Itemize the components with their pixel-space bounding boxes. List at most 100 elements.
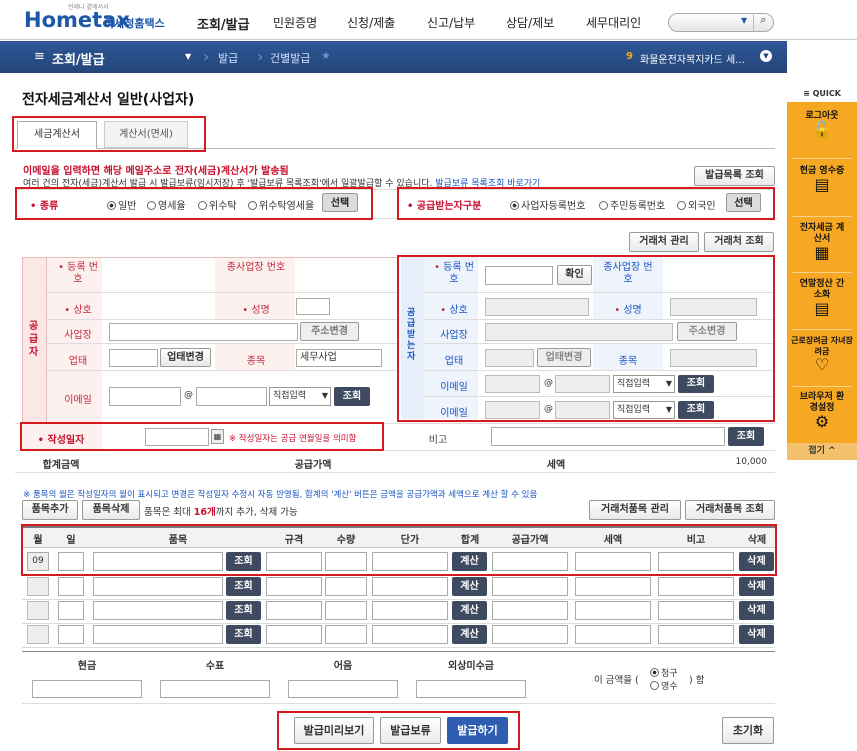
item-cell-input[interactable]: [266, 625, 322, 644]
item-cell-input[interactable]: [325, 577, 367, 596]
supplier-biz-input[interactable]: [109, 349, 158, 367]
radio-selected-icon: [650, 668, 659, 677]
pay-check-input[interactable]: [160, 680, 270, 698]
item-cell-input[interactable]: [372, 601, 448, 620]
divider: [22, 703, 775, 704]
supplier-addr-input[interactable]: [109, 323, 298, 341]
supplier-biz-change-button[interactable]: 업태변경: [160, 348, 211, 367]
pay-note-input[interactable]: [288, 680, 398, 698]
item-delete-button[interactable]: 삭제: [739, 577, 774, 596]
quick-e-tax-invoice[interactable]: 전자세금 계산서 ▦: [797, 223, 847, 261]
quick-browser-settings[interactable]: 브라우저 환경설정 ⚙: [797, 392, 847, 430]
item-cell-input[interactable]: [575, 625, 651, 644]
breadcrumb-issue[interactable]: 발급: [218, 50, 238, 66]
supplier-owner-label: • 성명: [242, 305, 270, 316]
dropdown-arrow-icon[interactable]: ▼: [741, 16, 747, 25]
item-cell-input[interactable]: [266, 601, 322, 620]
partner-search-button[interactable]: 거래처 조회: [704, 232, 774, 252]
item-cell-input[interactable]: [658, 577, 734, 596]
item-cell-input[interactable]: [325, 601, 367, 620]
sub-navigation-bar: ≡ 조회/발급 ▼ › 발급 › 건별발급 ★ 9 화물운전자복지카드 세...…: [0, 41, 787, 73]
quick-year-end[interactable]: 연말정산 간소화 ▤: [797, 279, 847, 317]
quick-cash-receipt[interactable]: 현금 영수증 ▤: [797, 166, 847, 193]
item-calc-button[interactable]: 계산: [452, 577, 487, 596]
item-lookup-button[interactable]: 조회: [226, 625, 261, 644]
supplier-addr-change-button[interactable]: 주소변경: [300, 322, 359, 341]
item-cell-input[interactable]: [266, 577, 322, 596]
supplier-email-domain-input[interactable]: [196, 387, 267, 406]
highlight-box: [12, 116, 206, 152]
supplier-name-label: • 상호: [64, 305, 92, 316]
item-cell-input[interactable]: [58, 577, 84, 596]
item-cell-input[interactable]: [492, 601, 568, 620]
quick-incentive-label: 근로장려금 자녀장려금: [791, 336, 853, 356]
item-cell-input[interactable]: [93, 625, 223, 644]
quick-e-tax-invoice-label: 전자세금 계산서: [799, 223, 845, 244]
item-lookup-button[interactable]: 조회: [226, 577, 261, 596]
nav-consult[interactable]: 상담/제보: [506, 14, 554, 31]
pay-claim-radio[interactable]: 청구: [650, 666, 678, 679]
partner-manage-button[interactable]: 거래처 관리: [629, 232, 699, 252]
search-icon[interactable]: ⌕: [753, 13, 773, 32]
delete-item-button[interactable]: 품목삭제: [82, 500, 140, 520]
issue-list-button[interactable]: 발급목록 조회: [694, 166, 775, 186]
item-cell-input[interactable]: [58, 625, 84, 644]
add-item-button[interactable]: 품목추가: [22, 500, 78, 520]
nav-report-pay[interactable]: 신고/납부: [427, 14, 475, 31]
nav-apply[interactable]: 신청/제출: [347, 14, 395, 31]
partner-item-search-button[interactable]: 거래처품목 조회: [685, 500, 775, 520]
menu-icon[interactable]: ≡: [34, 49, 45, 64]
pay-cash-input[interactable]: [32, 680, 142, 698]
item-calc-button[interactable]: 계산: [452, 625, 487, 644]
pay-claim-prefix: 이 금액을 (: [594, 675, 639, 686]
pay-receipt-radio[interactable]: 영수: [650, 679, 678, 692]
supplier-name-text: 상호: [73, 305, 92, 316]
item-cell-input[interactable]: [658, 625, 734, 644]
supplier-item-input[interactable]: 세무사업: [296, 349, 382, 367]
search-input[interactable]: ▼ ⌕: [668, 13, 774, 32]
tax-amount-value: 10,000: [735, 457, 768, 467]
item-cell-input[interactable]: [93, 577, 223, 596]
quick-fold-button[interactable]: 접기 ^: [787, 443, 857, 460]
item-cell-input[interactable]: [325, 625, 367, 644]
supplier-owner-input[interactable]: [296, 298, 330, 315]
supplier-email-lookup-button[interactable]: 조회: [334, 387, 370, 406]
pay-claim-label: 청구: [661, 669, 678, 679]
highlight-box: [15, 187, 373, 220]
item-cell-input[interactable]: [372, 625, 448, 644]
quick-incentive[interactable]: 근로장려금 자녀장려금 ♡: [791, 335, 853, 373]
item-cell-input[interactable]: [658, 601, 734, 620]
divider: [792, 216, 852, 217]
breadcrumb-single-issue[interactable]: 건별발급: [270, 50, 310, 66]
item-cell-input[interactable]: [372, 577, 448, 596]
item-delete-button[interactable]: 삭제: [739, 625, 774, 644]
item-lookup-button[interactable]: 조회: [226, 601, 261, 620]
item-cell-input[interactable]: [58, 601, 84, 620]
item-cell-input[interactable]: [575, 601, 651, 620]
highlight-box: [397, 187, 775, 220]
chevron-down-circle-icon[interactable]: ▼: [760, 50, 772, 62]
item-cell-input[interactable]: [492, 577, 568, 596]
supplier-email-id-input[interactable]: [109, 387, 181, 406]
remark-lookup-button[interactable]: 조회: [728, 427, 764, 446]
notice-ticker[interactable]: 화물운전자복지카드 세...: [640, 51, 745, 66]
item-cell-input[interactable]: [575, 577, 651, 596]
nav-tax-agent[interactable]: 세무대리인: [586, 14, 641, 31]
star-icon[interactable]: ★: [321, 49, 331, 62]
chevron-down-icon[interactable]: ▼: [185, 52, 191, 61]
email-at-symbol: @: [184, 390, 193, 400]
partner-item-manage-button[interactable]: 거래처품목 관리: [589, 500, 681, 520]
reset-button[interactable]: 초기화: [722, 717, 774, 744]
nav-certificate[interactable]: 민원증명: [273, 14, 317, 31]
menu-title[interactable]: 조회/발급: [52, 49, 105, 68]
quick-logout[interactable]: 로그아웃 🔓: [790, 111, 854, 138]
supplier-email-domain-select[interactable]: 직접입력: [269, 387, 331, 406]
pay-credit-input[interactable]: [416, 680, 526, 698]
remark-input[interactable]: [491, 427, 725, 446]
item-cell-input[interactable]: [492, 625, 568, 644]
breadcrumb-separator: ›: [257, 47, 264, 66]
item-delete-button[interactable]: 삭제: [739, 601, 774, 620]
item-calc-button[interactable]: 계산: [452, 601, 487, 620]
item-cell-input[interactable]: [93, 601, 223, 620]
nav-inquiry-issue[interactable]: 조회/발급: [197, 14, 250, 33]
